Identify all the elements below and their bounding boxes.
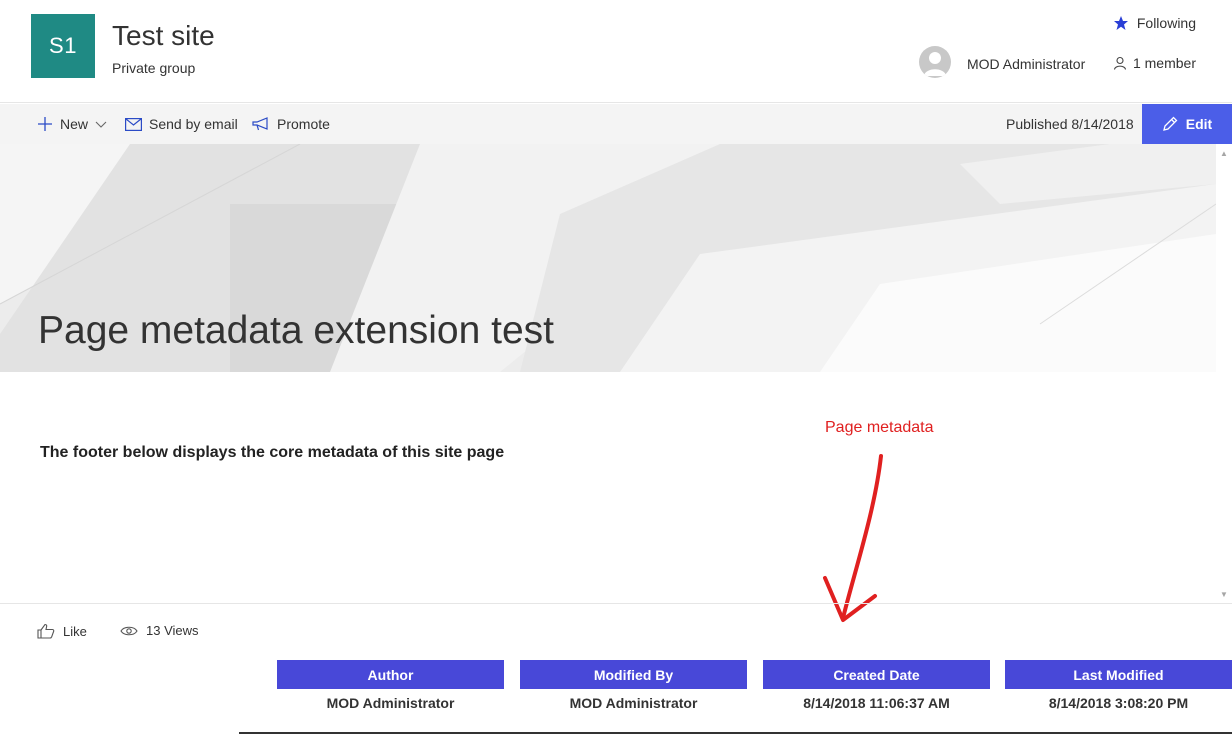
- metadata-author-header: Author: [277, 660, 504, 689]
- owner-name[interactable]: MOD Administrator: [967, 56, 1085, 72]
- eye-icon: [120, 626, 138, 635]
- hero-banner: Page metadata extension test: [0, 144, 1216, 372]
- plus-icon: [38, 117, 52, 131]
- site-title[interactable]: Test site: [112, 20, 215, 52]
- metadata-last-modified-value: 8/14/2018 3:08:20 PM: [1048, 695, 1189, 711]
- metadata-author: Author MOD Administrator: [277, 660, 504, 711]
- metadata-last-modified-header: Last Modified: [1005, 660, 1232, 689]
- like-button[interactable]: Like: [37, 623, 87, 639]
- members-button[interactable]: 1 member: [1113, 55, 1196, 71]
- following-label: Following: [1136, 15, 1196, 31]
- new-label: New: [60, 116, 89, 132]
- promote-label: Promote: [277, 116, 330, 132]
- scrollbar[interactable]: [1216, 144, 1232, 603]
- like-label: Like: [63, 623, 87, 639]
- metadata-modified-by-value: MOD Administrator: [569, 695, 698, 711]
- page-title: Page metadata extension test: [38, 309, 555, 352]
- mail-icon: [125, 117, 142, 131]
- page-body-text: The footer below displays the core metad…: [40, 444, 505, 461]
- following-button[interactable]: Following: [1113, 15, 1196, 31]
- site-header: S1 Test site Private group Following MOD…: [0, 0, 1232, 103]
- star-icon: [1113, 16, 1128, 30]
- send-by-email-label: Send by email: [149, 116, 238, 132]
- members-label: 1 member: [1132, 55, 1196, 71]
- metadata-created-date: Created Date 8/14/2018 11:06:37 AM: [763, 660, 990, 711]
- annotation-label: Page metadata: [825, 419, 934, 436]
- edit-label: Edit: [1185, 116, 1213, 132]
- avatar[interactable]: [919, 46, 951, 78]
- promote-button[interactable]: Promote: [252, 104, 330, 144]
- metadata-modified-by: Modified By MOD Administrator: [520, 660, 747, 711]
- site-logo[interactable]: S1: [31, 14, 95, 78]
- site-subtitle: Private group: [112, 60, 196, 76]
- pencil-icon: [1162, 116, 1178, 131]
- metadata-last-modified: Last Modified 8/14/2018 3:08:20 PM: [1005, 660, 1232, 711]
- metadata-author-value: MOD Administrator: [326, 695, 455, 711]
- metadata-created-date-header: Created Date: [763, 660, 990, 689]
- scroll-up-icon[interactable]: ▲: [1219, 148, 1229, 158]
- metadata-created-date-value: 8/14/2018 11:06:37 AM: [803, 695, 950, 711]
- like-icon: [37, 623, 55, 639]
- person-icon: [1113, 56, 1127, 70]
- command-bar: New Send by email Promote Published 8/14…: [0, 104, 1232, 144]
- views-count: 13 Views: [120, 623, 199, 638]
- published-status: Published 8/14/2018: [1006, 116, 1134, 132]
- megaphone-icon: [252, 117, 268, 131]
- send-by-email-button[interactable]: Send by email: [125, 104, 238, 144]
- edit-button[interactable]: Edit: [1142, 104, 1232, 144]
- metadata-modified-by-header: Modified By: [520, 660, 747, 689]
- new-button[interactable]: New: [37, 104, 107, 144]
- scroll-down-icon[interactable]: ▼: [1219, 589, 1229, 599]
- footer-divider: [0, 603, 1232, 604]
- chevron-down-icon: [95, 121, 107, 128]
- views-label: 13 Views: [146, 623, 199, 638]
